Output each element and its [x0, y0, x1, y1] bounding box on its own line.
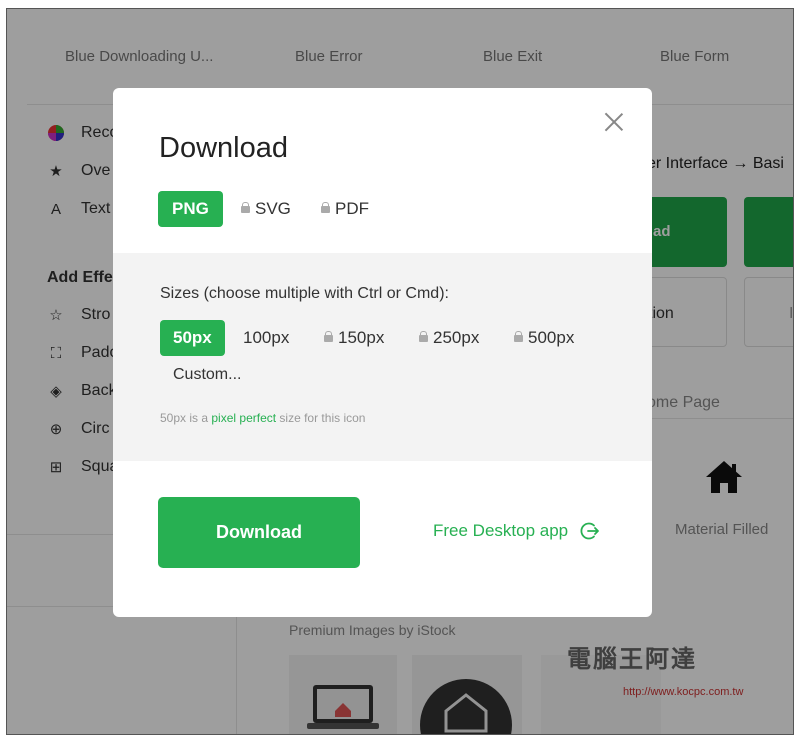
- download-modal: Download PNG SVG PDF Sizes (choose multi…: [113, 88, 652, 617]
- custom-size-button[interactable]: Custom...: [173, 366, 241, 384]
- size-150px-button[interactable]: 150px: [324, 320, 384, 356]
- lock-icon: [324, 331, 333, 342]
- lock-icon: [321, 202, 330, 213]
- size-100px-button[interactable]: 100px: [243, 320, 289, 356]
- size-label: 500px: [528, 328, 575, 347]
- size-label: 100px: [243, 328, 290, 347]
- lock-icon: [241, 202, 250, 213]
- format-label: SVG: [255, 199, 291, 218]
- close-icon[interactable]: [604, 112, 624, 132]
- size-500px-button[interactable]: 500px: [514, 320, 574, 356]
- download-button-label: Download: [216, 522, 302, 542]
- download-button[interactable]: Download: [158, 497, 360, 568]
- desktop-app-label: Free Desktop app: [433, 521, 569, 540]
- size-label: 150px: [338, 328, 385, 347]
- size-label: 50px: [173, 328, 212, 347]
- format-label: PNG: [172, 199, 209, 218]
- format-pdf-button[interactable]: PDF: [321, 191, 369, 227]
- pixel-perfect-link[interactable]: pixel perfect: [211, 411, 276, 425]
- note-suffix: size for this icon: [279, 411, 366, 425]
- size-250px-button[interactable]: 250px: [419, 320, 479, 356]
- note-prefix: 50px is a: [160, 411, 209, 425]
- sizes-panel: Sizes (choose multiple with Ctrl or Cmd)…: [113, 253, 652, 461]
- format-label: PDF: [335, 199, 369, 218]
- lock-icon: [514, 331, 523, 342]
- app-frame: Blue Downloading U... Blue Error Blue Ex…: [6, 8, 794, 735]
- sizes-label: Sizes (choose multiple with Ctrl or Cmd)…: [160, 285, 449, 302]
- lock-icon: [419, 331, 428, 342]
- size-50px-button[interactable]: 50px: [160, 320, 225, 356]
- free-desktop-app-link[interactable]: Free Desktop app: [433, 521, 600, 541]
- sign-out-icon: [580, 522, 600, 540]
- modal-title: Download: [159, 132, 288, 164]
- format-svg-button[interactable]: SVG: [241, 191, 291, 227]
- format-png-button[interactable]: PNG: [158, 191, 223, 227]
- pixel-perfect-note: 50px is a pixel perfect size for this ic…: [160, 411, 365, 425]
- size-label: 250px: [433, 328, 480, 347]
